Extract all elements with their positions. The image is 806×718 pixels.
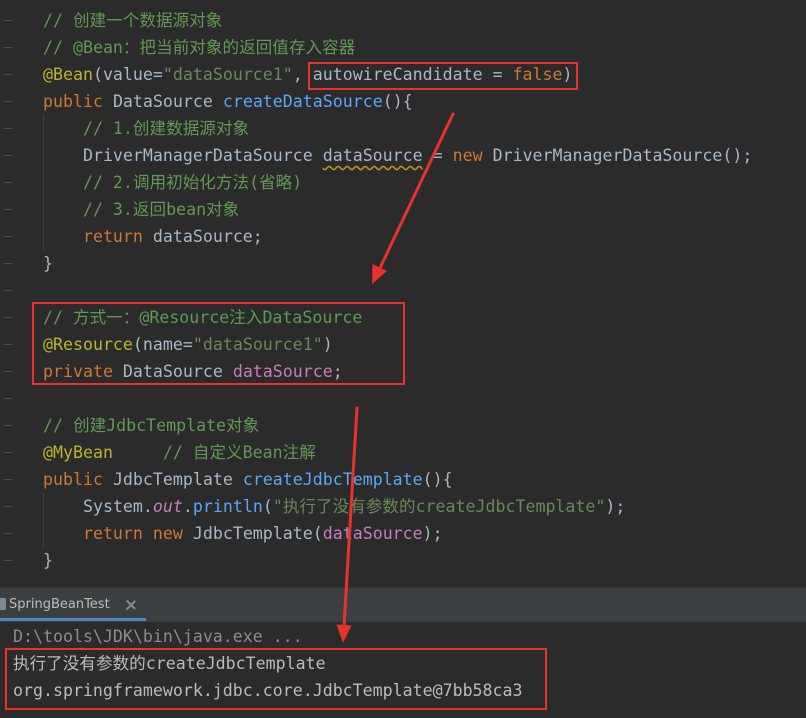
field-token: out <box>152 497 183 516</box>
comment-token: // 3.返回bean对象 <box>43 200 240 219</box>
code-line-13[interactable]: @Resource(name="dataSource1") <box>0 331 806 358</box>
keyword-token: private <box>43 362 113 381</box>
code-token: (value= <box>92 65 163 84</box>
comment-token: // @Bean：把当前对象的返回值存入容器 <box>43 38 356 57</box>
code-line-3[interactable]: @Bean(value="dataSource1", autowireCandi… <box>0 61 806 88</box>
code-line-19[interactable]: System.out.println("执行了没有参数的createJdbcTe… <box>0 493 806 520</box>
code-line-17[interactable]: @MyBean // 自定义Bean注解 <box>0 439 806 466</box>
console-output-line: org.springframework.jdbc.core.JdbcTempla… <box>13 681 523 700</box>
keyword-token: public <box>43 92 103 111</box>
code-token: ( <box>262 497 273 516</box>
code-token: System. <box>43 497 153 516</box>
code-token: dataSource; <box>142 227 263 246</box>
comment-token: // 创建一个数据源对象 <box>43 11 223 30</box>
code-line-18[interactable]: public JdbcTemplate createJdbcTemplate()… <box>0 466 806 493</box>
annotation-token: @Bean <box>43 65 93 84</box>
string-token: "dataSource1" <box>192 335 323 354</box>
code-line-10[interactable]: } <box>0 250 806 277</box>
code-line-1[interactable]: // 创建一个数据源对象 <box>0 7 806 34</box>
code-token: . <box>182 497 193 516</box>
ide-window: // 创建一个数据源对象// @Bean：把当前对象的返回值存入容器 @Bean(… <box>0 0 806 718</box>
comment-token: // 2.调用初始化方法(省略) <box>43 173 303 192</box>
code-line-11[interactable] <box>0 277 806 304</box>
console-output-line: 执行了没有参数的createJdbcTemplate <box>13 654 326 673</box>
comment-token: // 创建JdbcTemplate对象 <box>43 416 260 435</box>
code-token: DataSource <box>112 362 233 381</box>
code-line-6[interactable]: DriverManagerDataSource dataSource = new… <box>0 142 806 169</box>
method-name-token: createJdbcTemplate <box>242 470 423 489</box>
code-lines[interactable]: // 创建一个数据源对象// @Bean：把当前对象的返回值存入容器 @Bean(… <box>0 0 806 587</box>
code-line-7[interactable]: // 2.调用初始化方法(省略) <box>0 169 806 196</box>
code-token: dataSource <box>322 146 423 165</box>
keyword-token: new <box>452 146 483 165</box>
keyword-token: return <box>43 227 143 246</box>
code-token: ) <box>562 65 573 84</box>
code-token: (name= <box>132 335 193 354</box>
code-token: ) <box>322 335 333 354</box>
run-tool-window-tabs: SpringBeanTest <box>0 587 806 622</box>
annotation-token: @MyBean <box>43 443 113 462</box>
code-token: ; <box>332 362 343 381</box>
keyword-token: false <box>512 65 563 84</box>
comment-token: // 自定义Bean注解 <box>112 443 316 462</box>
close-icon[interactable] <box>126 600 136 610</box>
keyword-token: public <box>43 470 103 489</box>
code-line-12[interactable]: // 方式一：@Resource注入DataSource <box>0 304 806 331</box>
run-config-icon <box>0 598 6 610</box>
code-line-21[interactable]: } <box>0 547 806 574</box>
string-token: "dataSource1" <box>162 65 293 84</box>
code-line-4[interactable]: public DataSource createDataSource(){ <box>0 88 806 115</box>
keyword-token: return new <box>43 524 183 543</box>
run-console[interactable]: D:\tools\JDK\bin\java.exe ... 执行了没有参数的cr… <box>0 622 806 718</box>
code-token: JdbcTemplate <box>102 470 243 489</box>
code-token: ); <box>605 497 626 516</box>
field-token: dataSource <box>232 362 333 381</box>
code-token: } <box>43 551 53 570</box>
code-token: } <box>43 254 53 273</box>
code-line-14[interactable]: private DataSource dataSource; <box>0 358 806 385</box>
code-token: (){ <box>382 92 413 111</box>
method-name-token: println <box>192 497 263 516</box>
code-token: DriverManagerDataSource <box>43 146 323 165</box>
code-token: DriverManagerDataSource(); <box>482 146 753 165</box>
code-token: ); <box>422 524 443 543</box>
active-tab-indicator <box>0 618 146 621</box>
tab-label: SpringBeanTest <box>9 597 110 612</box>
code-token: = <box>422 146 453 165</box>
tab-spring-bean-test[interactable]: SpringBeanTest <box>0 588 146 622</box>
code-token: , autowireCandidate = <box>292 65 513 84</box>
code-token: JdbcTemplate( <box>182 524 323 543</box>
annotation-token: @Resource <box>43 335 133 354</box>
code-line-8[interactable]: // 3.返回bean对象 <box>0 196 806 223</box>
comment-token: // 方式一：@Resource注入DataSource <box>43 308 363 327</box>
code-token: DataSource <box>102 92 223 111</box>
console-command-line: D:\tools\JDK\bin\java.exe ... <box>13 627 303 646</box>
method-name-token: createDataSource <box>222 92 383 111</box>
code-line-15[interactable] <box>0 385 806 412</box>
code-token: (){ <box>422 470 453 489</box>
code-line-9[interactable]: return dataSource; <box>0 223 806 250</box>
code-editor[interactable]: // 创建一个数据源对象// @Bean：把当前对象的返回值存入容器 @Bean(… <box>0 0 806 587</box>
string-token: "执行了没有参数的createJdbcTemplate" <box>272 497 606 516</box>
code-line-5[interactable]: // 1.创建数据源对象 <box>0 115 806 142</box>
code-line-2[interactable]: // @Bean：把当前对象的返回值存入容器 <box>0 34 806 61</box>
comment-token: // 1.创建数据源对象 <box>43 119 250 138</box>
code-line-16[interactable]: // 创建JdbcTemplate对象 <box>0 412 806 439</box>
field-token: dataSource <box>322 524 423 543</box>
code-line-20[interactable]: return new JdbcTemplate(dataSource); <box>0 520 806 547</box>
